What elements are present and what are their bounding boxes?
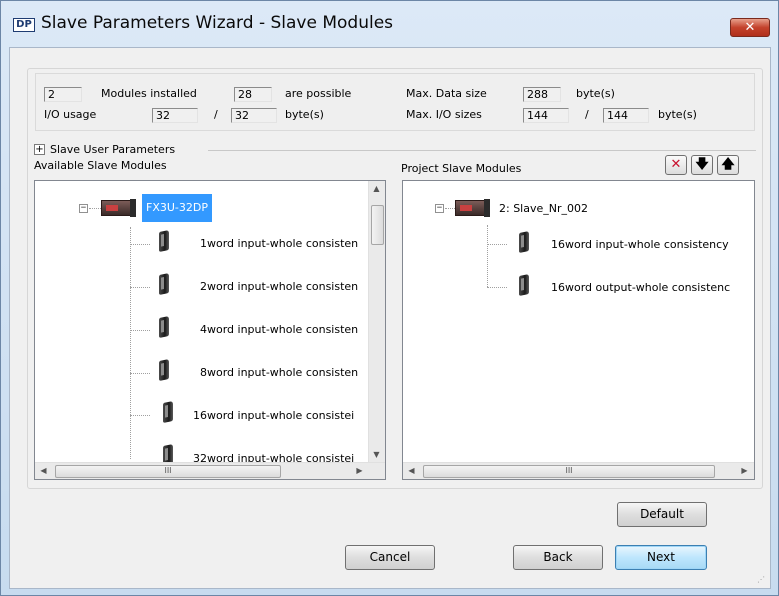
scroll-left-arrow[interactable]: ◀ [36,463,51,478]
horizontal-scrollbar[interactable]: ◀ III ▶ [35,462,385,479]
modules-installed-field: 2 [44,87,82,102]
divider [208,150,756,151]
tree-connector [487,244,507,245]
module-icon [159,315,169,339]
max-io-separator: / [585,108,589,121]
back-button[interactable]: Back [513,545,603,570]
close-button[interactable]: ✕ [730,18,770,37]
available-module-item[interactable]: 8word input-whole consisten [200,366,358,379]
max-io-in-field: 144 [523,108,569,123]
title-bar: DP Slave Parameters Wizard - Slave Modul… [1,1,778,45]
cancel-button[interactable]: Cancel [345,545,435,570]
horizontal-scroll-thumb[interactable]: III [423,465,715,478]
scroll-down-arrow[interactable]: ▼ [369,447,384,462]
max-io-sizes-label: Max. I/O sizes [406,108,482,121]
module-icon [159,272,169,296]
next-button[interactable]: Next [615,545,707,570]
max-data-size-field: 288 [523,87,561,102]
max-io-out-field: 144 [603,108,649,123]
tree-connector [130,330,150,331]
summary-panel: 2 Modules installed 28 are possible Max.… [35,73,755,131]
tree-connector [487,225,488,287]
available-module-item[interactable]: 1word input-whole consisten [200,237,358,250]
tree-connector [130,244,150,245]
tree-connector [89,208,101,209]
move-down-button[interactable]: 🡇 [691,155,713,175]
tree-root-slave[interactable]: 2: Slave_Nr_002 [499,202,588,215]
horizontal-scroll-thumb[interactable]: III [55,465,281,478]
module-icon [519,230,529,254]
possible-label: are possible [285,87,352,100]
project-module-item[interactable]: 16word input-whole consistency [551,238,729,251]
slave-user-parameters-label[interactable]: Slave User Parameters [50,143,175,156]
io-usage-separator: / [214,108,218,121]
tree-connector [130,227,131,459]
default-button[interactable]: Default [617,502,707,527]
tree-connector [130,373,150,374]
scroll-right-arrow[interactable]: ▶ [352,463,367,478]
modules-group: 2 Modules installed 28 are possible Max.… [27,68,763,489]
wizard-window: DP Slave Parameters Wizard - Slave Modul… [0,0,779,596]
module-icon [163,400,173,424]
delete-module-button[interactable]: ✕ [665,155,687,175]
plc-icon [101,199,136,217]
available-module-item[interactable]: 4word input-whole consisten [200,323,358,336]
tree-root-fx3u[interactable]: FX3U-32DP [142,194,212,222]
possible-field: 28 [234,87,272,102]
data-size-unit: byte(s) [576,87,615,100]
collapse-icon[interactable]: − [79,204,88,213]
max-io-unit: byte(s) [658,108,697,121]
project-modules-tree[interactable]: − 2: Slave_Nr_002 16word input-whole con… [402,180,755,480]
module-icon [519,273,529,297]
client-area: 2 Modules installed 28 are possible Max.… [9,47,771,589]
max-data-size-label: Max. Data size [406,87,487,100]
resize-grip-icon[interactable]: ⋰ [757,575,767,585]
window-title: Slave Parameters Wizard - Slave Modules [41,13,394,33]
available-module-item[interactable]: 2word input-whole consisten [200,280,358,293]
io-usage-label: I/O usage [44,108,97,121]
scroll-left-arrow[interactable]: ◀ [404,463,419,478]
plc-icon [455,199,490,217]
modules-installed-label: Modules installed [101,87,197,100]
scroll-up-arrow[interactable]: ▲ [369,181,384,196]
available-modules-header: Available Slave Modules [34,159,167,172]
vertical-scroll-thumb[interactable] [371,205,384,245]
vertical-scrollbar[interactable]: ▲ ▼ [368,181,385,462]
available-modules-tree[interactable]: − FX3U-32DP 1word input-whole consisten … [34,180,386,480]
module-icon [159,229,169,253]
slave-user-parameters-expander[interactable]: + [34,144,45,155]
io-usage-out-field: 32 [231,108,277,123]
horizontal-scrollbar[interactable]: ◀ III ▶ [403,462,754,479]
project-module-item[interactable]: 16word output-whole consistenc [551,281,730,294]
module-icon [159,358,169,382]
tree-connector [487,287,507,288]
io-usage-unit: byte(s) [285,108,324,121]
tree-connector [445,208,455,209]
collapse-icon[interactable]: − [435,204,444,213]
tree-connector [130,287,150,288]
project-modules-header: Project Slave Modules [401,162,522,175]
io-usage-in-field: 32 [152,108,198,123]
app-icon: DP [13,18,35,32]
available-module-item[interactable]: 16word input-whole consistei [193,409,354,422]
move-up-button[interactable]: 🡅 [717,155,739,175]
scroll-right-arrow[interactable]: ▶ [737,463,752,478]
tree-connector [130,415,150,416]
